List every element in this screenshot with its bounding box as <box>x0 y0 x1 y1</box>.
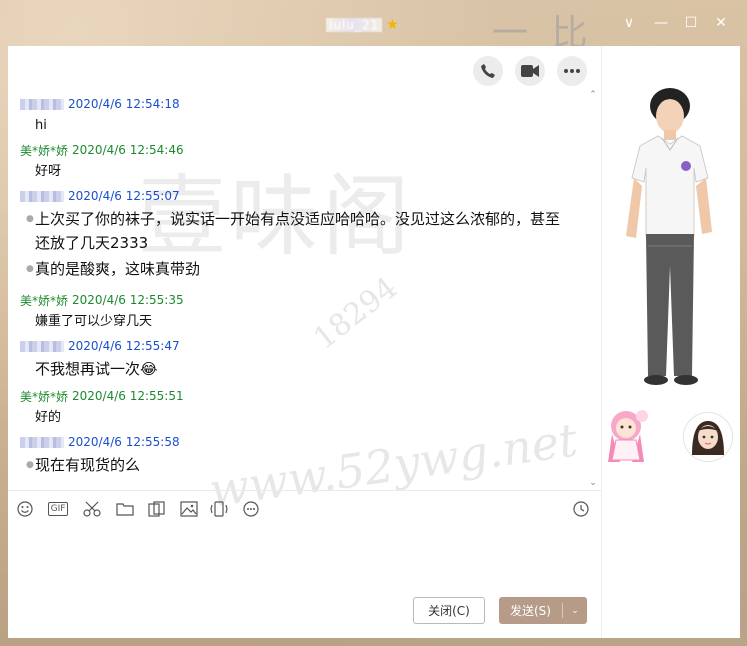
message-timestamp: 2020/4/6 12:54:46 <box>72 143 184 157</box>
sender-name-redacted <box>20 436 64 448</box>
message-timestamp: 2020/4/6 12:55:51 <box>72 389 184 403</box>
close-button[interactable]: 关闭(C) <box>413 597 485 624</box>
more-icon <box>564 69 580 73</box>
sender-name: 美*娇*娇 <box>20 389 69 404</box>
contact-show-panel <box>601 46 740 638</box>
send-button[interactable]: 发送(S) ⌄ <box>499 597 587 624</box>
message-item: 2020/4/6 12:55:07 ● 上次买了你的袜子，说实话一开始有点没适应… <box>8 188 588 281</box>
clock-icon[interactable] <box>572 500 590 518</box>
message-timestamp: 2020/4/6 12:55:47 <box>68 339 180 353</box>
vip-star-icon: ★ <box>386 17 399 33</box>
sender-name: 美*娇*娇 <box>20 143 69 158</box>
message-text: 上次买了你的袜子，说实话一开始有点没适应哈哈哈。没见过这么浓郁的，甚至还放了几天… <box>35 210 561 252</box>
message-timestamp: 2020/4/6 12:55:58 <box>68 435 180 449</box>
avatar-face-icon <box>692 421 724 455</box>
shake-icon[interactable] <box>210 500 228 518</box>
message-text: 好呀 <box>35 164 62 179</box>
dropdown-icon[interactable]: ∨ <box>620 14 638 32</box>
input-toolbar: GIF <box>8 496 601 522</box>
window-title: lulu_21 ★ <box>326 16 399 34</box>
message-text: 嫌重了可以少穿几天 <box>35 314 153 329</box>
scroll-down-arrow[interactable]: ⌄ <box>587 478 599 488</box>
chat-panel: 壹味阁 18294 www.52ywg.net 2020/4/6 12:54:1… <box>8 46 601 638</box>
image-icon[interactable] <box>180 500 198 518</box>
send-label: 发送(S) <box>510 604 551 618</box>
message-timestamp: 2020/4/6 12:55:35 <box>72 293 184 307</box>
minimize-button[interactable]: — <box>652 14 670 32</box>
message-timestamp: 2020/4/6 12:54:18 <box>68 97 180 111</box>
avatar[interactable] <box>683 412 733 462</box>
pet-figure <box>608 410 648 462</box>
message-text: hi <box>35 118 47 133</box>
sender-name-redacted <box>20 340 64 352</box>
scroll-up-arrow[interactable]: ⌃ <box>587 90 599 100</box>
gif-button[interactable]: GIF <box>46 500 70 518</box>
gif-icon: GIF <box>47 502 69 516</box>
message-item: 2020/4/6 12:54:18 hi <box>8 96 588 137</box>
message-timestamp: 2020/4/6 12:55:07 <box>68 189 180 203</box>
message-item: 2020/4/6 12:55:47 不我想再试一次😂 <box>8 338 588 381</box>
input-divider <box>8 490 601 491</box>
message-item: 美*娇*娇 2020/4/6 12:54:46 好呀 <box>8 142 588 183</box>
phone-call-button[interactable] <box>473 56 503 86</box>
message-item: 美*娇*娇 2020/4/6 12:55:35 嫌重了可以少穿几天 <box>8 292 588 333</box>
send-options-icon[interactable]: ⌄ <box>563 606 587 616</box>
message-item: 2020/4/6 12:55:58 ● 现在有现货的么 <box>8 434 588 477</box>
emoji-icon[interactable] <box>16 500 34 518</box>
video-call-button[interactable] <box>515 56 545 86</box>
folder-icon[interactable] <box>116 500 134 518</box>
message-text: 真的是酸爽，这味真带劲 <box>35 260 201 278</box>
bullet-dot: ● <box>26 264 34 274</box>
video-icon <box>521 65 539 77</box>
bullet-dot: ● <box>26 460 34 470</box>
contact-name: lulu_21 <box>326 18 383 32</box>
message-text: 不我想再试一次😂 <box>35 360 158 378</box>
maximize-button[interactable]: ☐ <box>682 14 700 32</box>
more-tools-icon[interactable] <box>242 500 260 518</box>
message-text: 好的 <box>35 410 62 425</box>
sender-name-redacted <box>20 190 64 202</box>
sender-name: 美*娇*娇 <box>20 293 69 308</box>
message-text: 现在有现货的么 <box>35 456 141 474</box>
phone-icon <box>481 64 495 78</box>
more-options-button[interactable] <box>557 56 587 86</box>
scissors-icon[interactable] <box>82 500 102 518</box>
sticker-icon[interactable] <box>148 500 166 518</box>
titlebar[interactable]: 一 比 lulu_21 ★ ∨ — ☐ ✕ <box>0 0 747 54</box>
message-item: 美*娇*娇 2020/4/6 12:55:51 好的 <box>8 388 588 429</box>
sender-name-redacted <box>20 98 64 110</box>
avatar-show-figure <box>626 88 712 385</box>
bullet-dot: ● <box>26 214 34 224</box>
close-window-button[interactable]: ✕ <box>712 14 730 32</box>
message-list[interactable]: 2020/4/6 12:54:18 hi 美*娇*娇 2020/4/6 12:5… <box>8 96 601 536</box>
